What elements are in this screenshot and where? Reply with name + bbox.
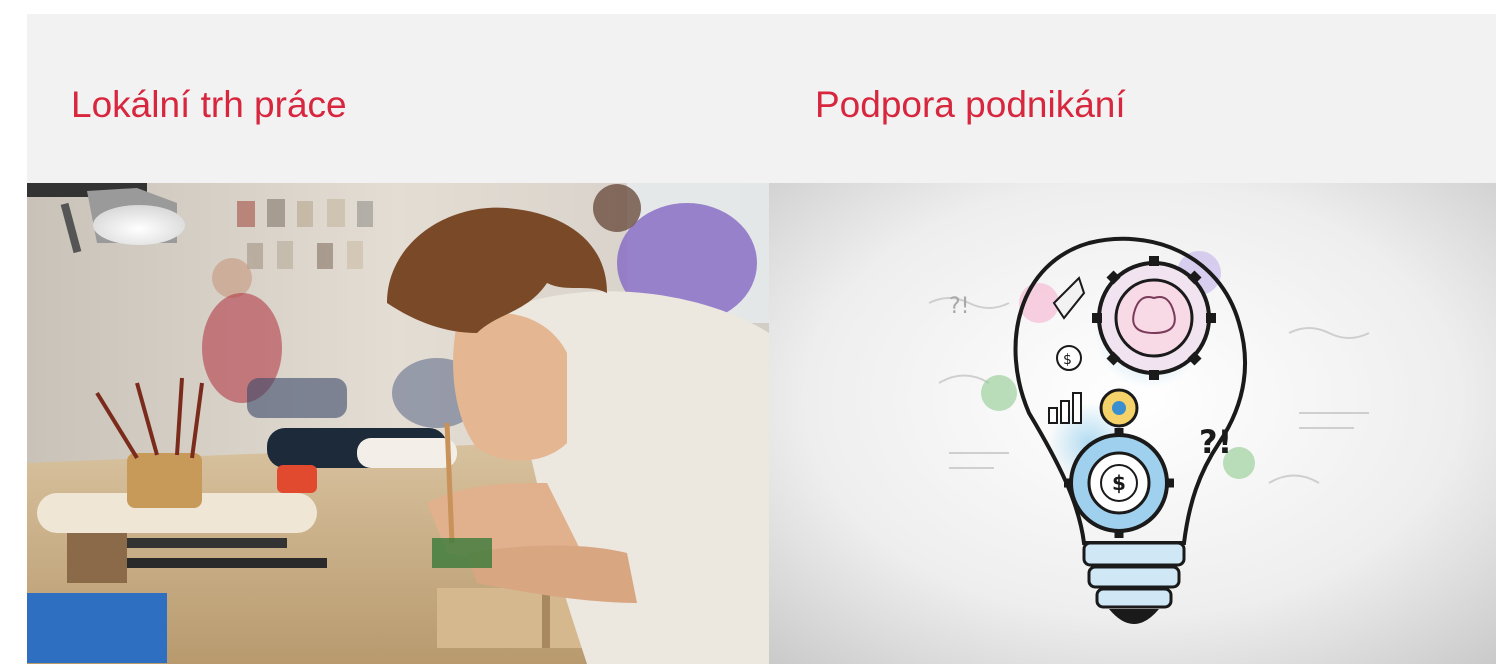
topics-panel: Lokální trh práce Podpora podnikání ?! $… bbox=[27, 14, 1496, 664]
card-image-local-labor-market[interactable] bbox=[27, 183, 769, 664]
page: Lokální trh práce Podpora podnikání ?! $… bbox=[0, 0, 1496, 664]
card-title-local-labor-market[interactable]: Lokální trh práce bbox=[71, 84, 347, 126]
card-business-support: Podpora podnikání ?! $ ?! $ bbox=[769, 14, 1496, 664]
svg-text:$: $ bbox=[1063, 352, 1072, 368]
card-title-business-support[interactable]: Podpora podnikání bbox=[815, 84, 1126, 126]
workshop-photo bbox=[27, 183, 769, 664]
svg-text:?!: ?! bbox=[949, 294, 970, 319]
lightbulb-sketch-illustration: ?! $ ?! $ bbox=[769, 183, 1496, 664]
card-image-business-support[interactable]: ?! $ ?! $ bbox=[769, 183, 1496, 664]
svg-text:?!: ?! bbox=[1199, 423, 1232, 461]
card-local-labor-market: Lokální trh práce bbox=[27, 14, 769, 664]
svg-text:$: $ bbox=[1112, 471, 1126, 495]
